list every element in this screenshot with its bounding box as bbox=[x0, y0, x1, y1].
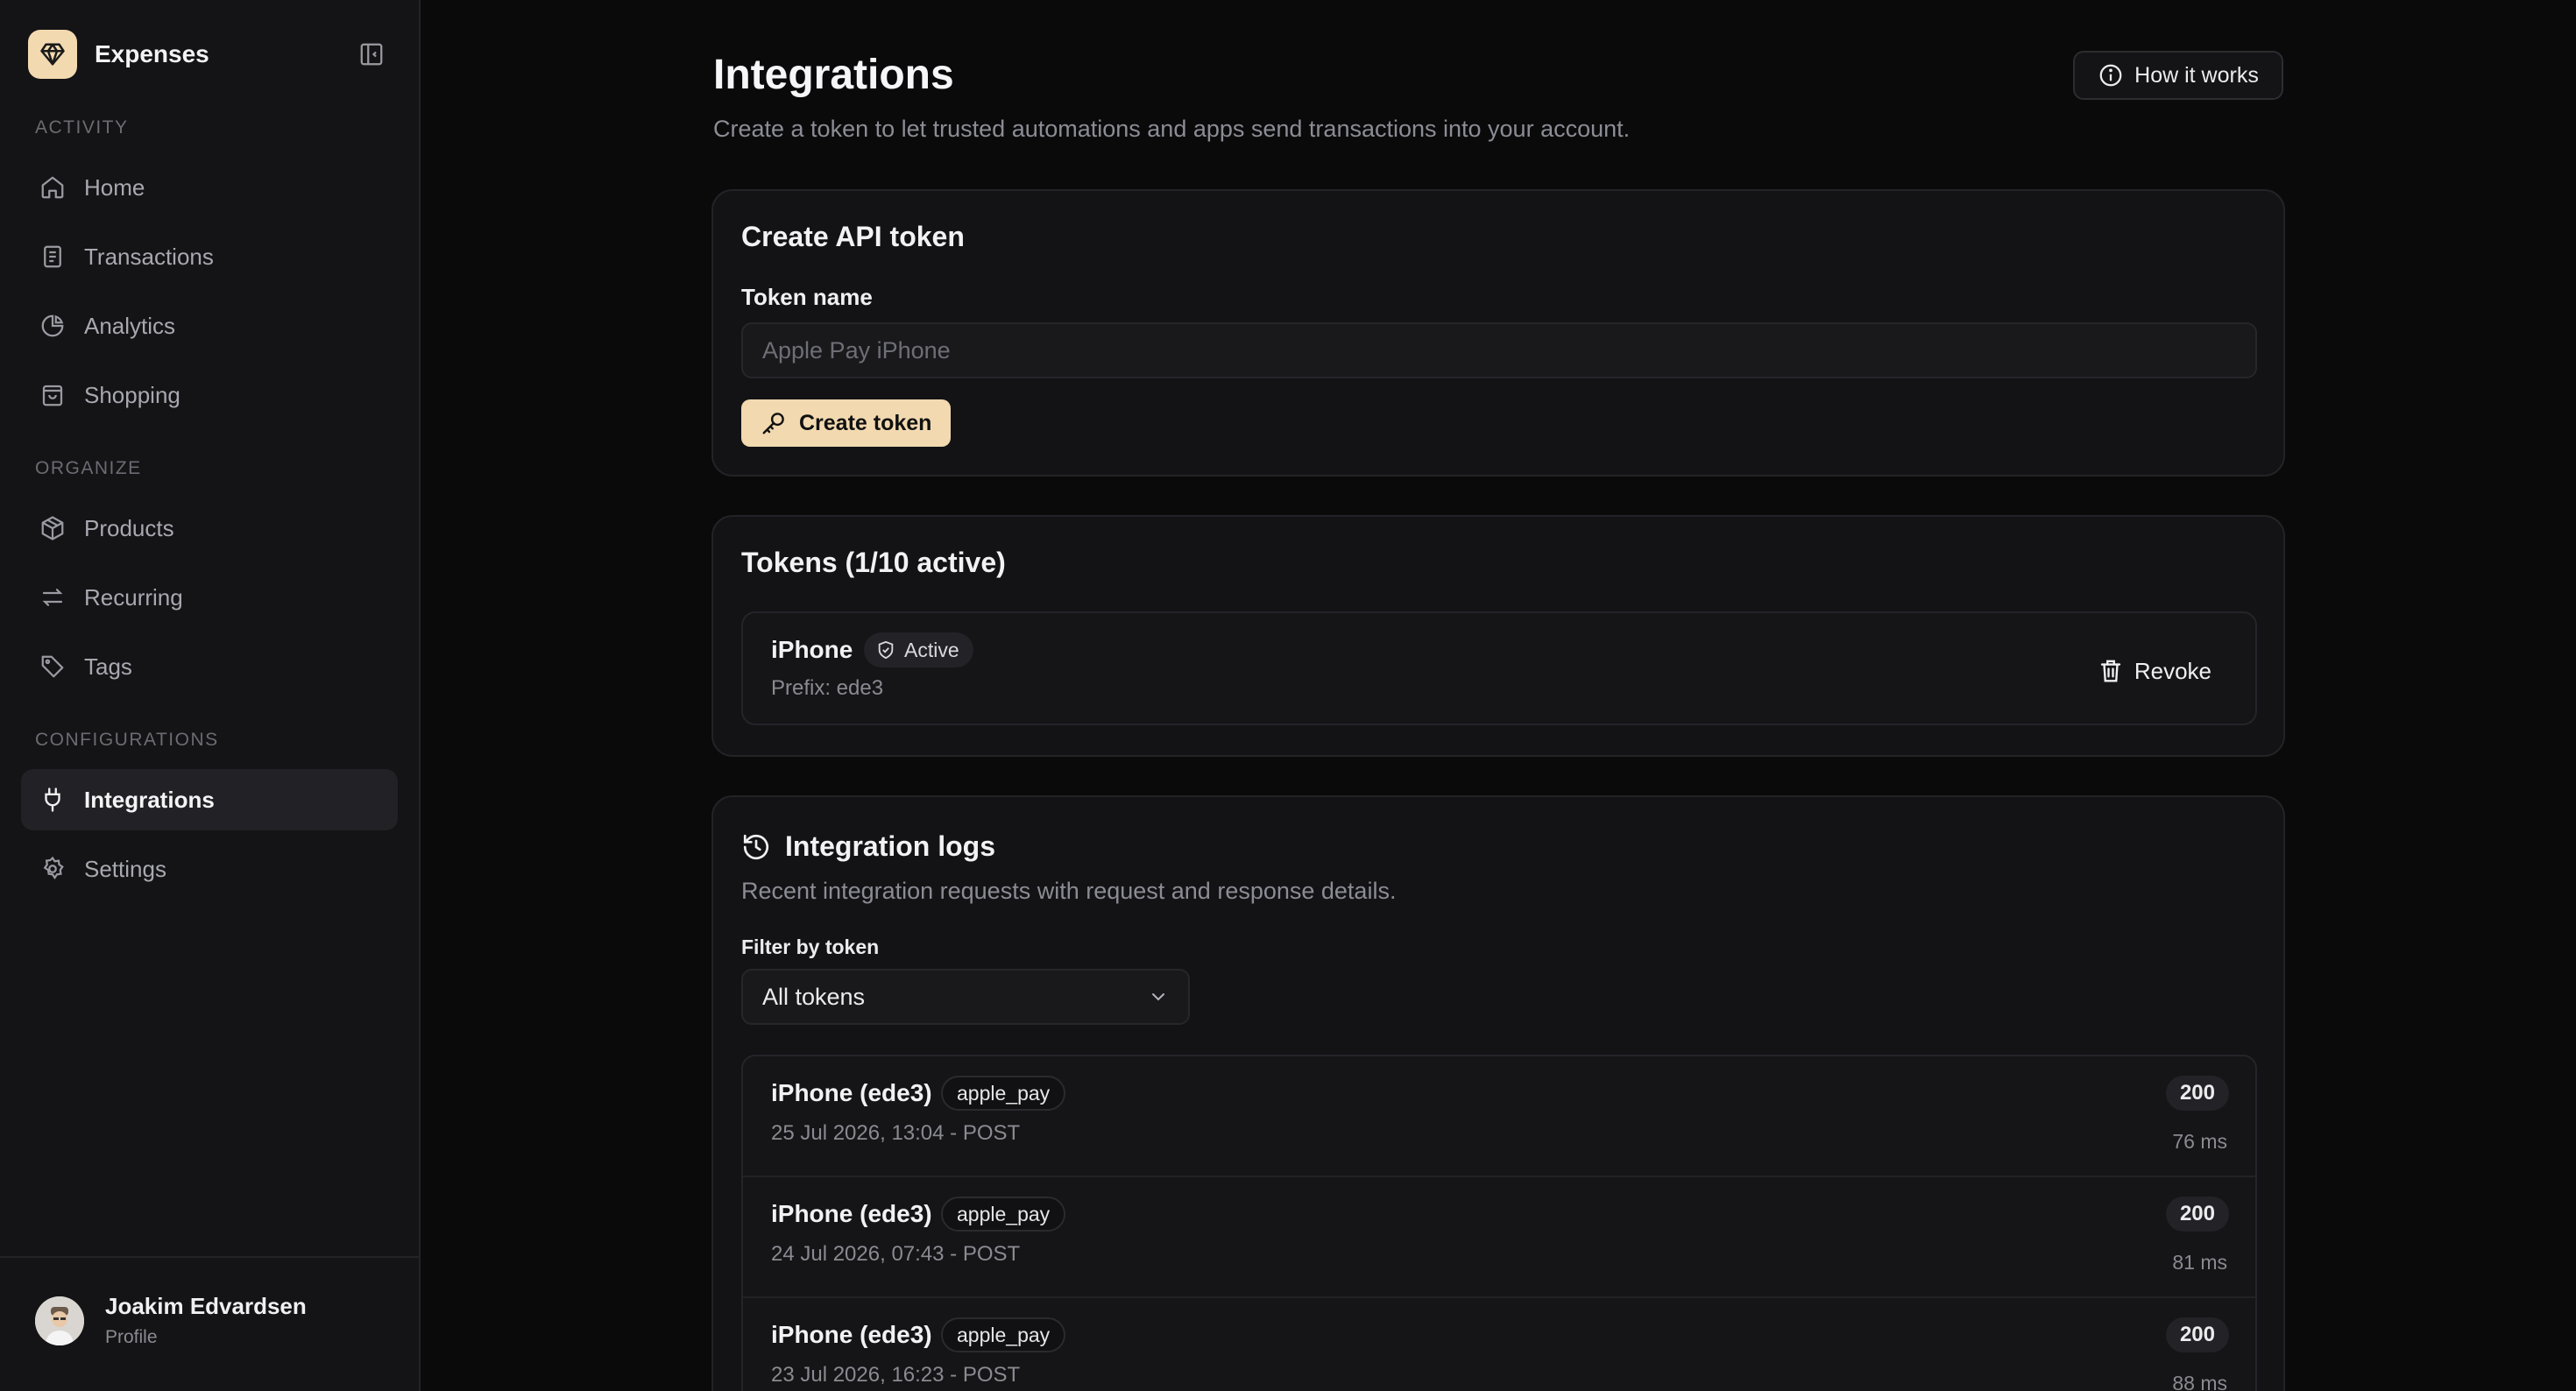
log-status-badge: 200 bbox=[2165, 1197, 2229, 1232]
logs-list: iPhone (ede3) apple_pay 25 Jul 2026, 13:… bbox=[741, 1055, 2257, 1391]
log-status-badge: 200 bbox=[2165, 1076, 2229, 1111]
token-row: iPhone Active Prefix: ede3 Revoke bbox=[741, 611, 2257, 725]
log-duration: 76 ms bbox=[2172, 1130, 2227, 1153]
app-name: Expenses bbox=[95, 40, 209, 67]
sidebar-item-tags[interactable]: Tags bbox=[21, 636, 398, 697]
sidebar-item-label: Analytics bbox=[84, 312, 176, 339]
sidebar-item-recurring[interactable]: Recurring bbox=[21, 567, 398, 628]
sidebar-item-products[interactable]: Products bbox=[21, 498, 398, 559]
status-badge: Active bbox=[864, 632, 973, 667]
user-subtitle: Profile bbox=[105, 1327, 158, 1347]
token-name-input[interactable] bbox=[741, 322, 2257, 378]
revoke-label: Revoke bbox=[2134, 657, 2212, 684]
log-duration: 88 ms bbox=[2172, 1372, 2227, 1391]
info-icon bbox=[2099, 64, 2122, 87]
logs-title: Integration logs bbox=[785, 830, 995, 862]
log-row[interactable]: iPhone (ede3) apple_pay 23 Jul 2026, 16:… bbox=[743, 1298, 2255, 1391]
sidebar-item-label: Integrations bbox=[84, 786, 215, 813]
integration-logs-card: Integration logs Recent integration requ… bbox=[711, 795, 2285, 1391]
log-row[interactable]: iPhone (ede3) apple_pay 24 Jul 2026, 07:… bbox=[743, 1177, 2255, 1298]
sidebar-collapse-icon bbox=[360, 43, 383, 66]
status-badge-label: Active bbox=[904, 638, 959, 661]
how-it-works-label: How it works bbox=[2134, 62, 2259, 88]
sidebar-toggle-button[interactable] bbox=[352, 35, 391, 74]
plug-icon bbox=[39, 786, 67, 814]
key-icon bbox=[762, 413, 784, 434]
sidebar-item-label: Transactions bbox=[84, 243, 214, 270]
gear-icon bbox=[39, 855, 67, 883]
sidebar-item-shopping[interactable]: Shopping bbox=[21, 364, 398, 426]
sidebar-footer: Joakim Edvardsen Profile bbox=[0, 1256, 419, 1391]
receipt-icon bbox=[39, 243, 67, 271]
sidebar-item-label: Settings bbox=[84, 855, 166, 882]
token-prefix: Prefix: ede3 bbox=[771, 676, 884, 700]
app-logo[interactable] bbox=[28, 30, 77, 79]
shopping-bag-icon bbox=[39, 381, 67, 409]
tag-icon bbox=[39, 653, 67, 681]
user-profile-button[interactable]: Joakim Edvardsen Profile bbox=[35, 1293, 307, 1348]
repeat-icon bbox=[39, 583, 67, 611]
filter-label: Filter by token bbox=[741, 936, 880, 958]
filter-selected-value: All tokens bbox=[762, 983, 866, 1010]
section-label-configurations: CONFIGURATIONS bbox=[35, 730, 219, 750]
token-filter-select[interactable]: All tokens bbox=[741, 969, 1190, 1025]
section-label-activity: ACTIVITY bbox=[35, 117, 129, 138]
user-name: Joakim Edvardsen bbox=[105, 1293, 307, 1319]
token-name: iPhone bbox=[771, 636, 853, 663]
create-token-button[interactable]: Create token bbox=[741, 399, 952, 447]
sidebar-header: Expenses bbox=[28, 28, 391, 81]
history-icon bbox=[743, 834, 769, 859]
logs-header: Integration logs bbox=[741, 830, 995, 863]
tokens-card: Tokens (1/10 active) iPhone Active Prefi… bbox=[711, 515, 2285, 757]
log-meta: 24 Jul 2026, 07:43 - POST bbox=[771, 1242, 1021, 1266]
log-source-tag: apple_pay bbox=[941, 1076, 1066, 1111]
log-title: iPhone (ede3) bbox=[771, 1079, 932, 1106]
avatar bbox=[35, 1296, 84, 1345]
page-subtitle: Create a token to let trusted automation… bbox=[713, 116, 1631, 142]
log-duration: 81 ms bbox=[2172, 1251, 2227, 1274]
chevron-down-icon bbox=[1148, 986, 1169, 1007]
pie-chart-icon bbox=[39, 312, 67, 340]
sidebar-item-home[interactable]: Home bbox=[21, 157, 398, 218]
log-source-tag: apple_pay bbox=[941, 1317, 1066, 1352]
page-title: Integrations bbox=[713, 52, 954, 98]
how-it-works-button[interactable]: How it works bbox=[2073, 51, 2283, 100]
gem-icon bbox=[40, 43, 65, 66]
token-name-label: Token name bbox=[741, 284, 873, 310]
sidebar-item-transactions[interactable]: Transactions bbox=[21, 226, 398, 287]
create-token-label: Create token bbox=[799, 410, 932, 435]
create-token-title: Create API token bbox=[741, 221, 965, 252]
log-title: iPhone (ede3) bbox=[771, 1321, 932, 1348]
sidebar-item-label: Home bbox=[84, 173, 145, 201]
log-status-badge: 200 bbox=[2165, 1317, 2229, 1352]
section-label-organize: ORGANIZE bbox=[35, 458, 142, 478]
log-meta: 25 Jul 2026, 13:04 - POST bbox=[771, 1121, 1021, 1145]
sidebar-item-label: Products bbox=[84, 514, 174, 541]
main-content: Integrations Create a token to let trust… bbox=[421, 0, 2576, 1391]
sidebar-item-analytics[interactable]: Analytics bbox=[21, 295, 398, 357]
sidebar-item-settings[interactable]: Settings bbox=[21, 838, 398, 900]
trash-icon bbox=[2100, 660, 2121, 682]
sidebar-item-label: Tags bbox=[84, 653, 132, 680]
sidebar-item-label: Shopping bbox=[84, 381, 180, 408]
log-row[interactable]: iPhone (ede3) apple_pay 25 Jul 2026, 13:… bbox=[743, 1056, 2255, 1177]
sidebar-item-integrations[interactable]: Integrations bbox=[21, 769, 398, 830]
create-token-card: Create API token Token name Create token bbox=[711, 189, 2285, 477]
sidebar: Expenses ACTIVITY Home Transactions Anal… bbox=[0, 0, 421, 1391]
package-icon bbox=[39, 514, 67, 542]
revoke-button[interactable]: Revoke bbox=[2098, 652, 2212, 690]
tokens-title: Tokens (1/10 active) bbox=[741, 547, 1006, 578]
sidebar-item-label: Recurring bbox=[84, 583, 183, 611]
logs-subtitle: Recent integration requests with request… bbox=[741, 878, 1397, 904]
log-title: iPhone (ede3) bbox=[771, 1200, 932, 1227]
log-meta: 23 Jul 2026, 16:23 - POST bbox=[771, 1363, 1021, 1387]
log-source-tag: apple_pay bbox=[941, 1197, 1066, 1232]
home-icon bbox=[39, 173, 67, 201]
shield-check-icon bbox=[878, 640, 894, 660]
